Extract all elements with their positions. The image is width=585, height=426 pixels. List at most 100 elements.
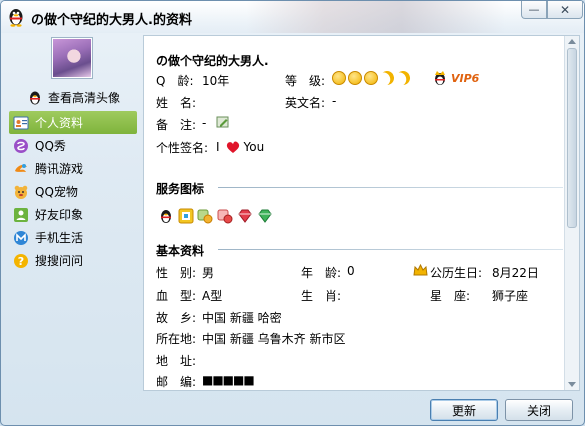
hometown-label: 故 乡: [156, 311, 197, 325]
red-diamond-icon[interactable] [237, 208, 253, 224]
sidebar-item-label: QQ宠物 [35, 185, 78, 199]
scroll-up-icon[interactable] [568, 39, 576, 44]
profile-window: の做个守纪的大男人.的资料 — ✕ 查看高清头像 个人资料 QQ秀 腾讯游戏 Q… [0, 0, 585, 426]
scrollbar-thumb[interactable] [567, 48, 577, 228]
hometown-value: 中国 新疆 哈密 [202, 311, 282, 325]
remark-label: 备 注: [156, 118, 197, 132]
blood-type-value: A型 [202, 289, 223, 303]
close-icon: ✕ [559, 2, 571, 17]
close-window-button[interactable]: ✕ [547, 1, 583, 19]
sidebar-item-tencent-games[interactable]: 腾讯游戏 [9, 157, 137, 180]
friend-impression-icon [13, 207, 29, 223]
edit-remark-button[interactable] [216, 115, 230, 132]
qzone-icon[interactable] [178, 208, 194, 224]
level-label: 等 级: [285, 74, 326, 88]
gender-label: 性 别: [156, 266, 197, 280]
soso-wenwen-icon: ? [13, 253, 29, 269]
location-value: 中国 新疆 乌鲁木齐 新市区 [202, 332, 346, 346]
vip-penguin-icon [435, 71, 445, 85]
qq-mail-icon[interactable] [217, 208, 233, 224]
section-divider [218, 249, 563, 250]
title-bar[interactable]: の做个守纪的大男人.的资料 — ✕ [1, 1, 584, 33]
age-label: 年 龄: [301, 266, 342, 280]
heart-icon [226, 140, 239, 153]
sidebar: 查看高清头像 个人资料 QQ秀 腾讯游戏 QQ宠物 好友印象 手机生活 ? 搜搜… [1, 33, 141, 393]
remark-value: - [202, 116, 207, 130]
avatar[interactable] [51, 37, 93, 79]
qq-penguin-icon [30, 91, 40, 104]
english-name-label: 英文名: [285, 96, 326, 110]
address-label: 地 址: [156, 354, 197, 368]
postcode-label: 邮 编: [156, 375, 197, 389]
constellation-value: 狮子座 [492, 289, 529, 303]
crown-icon [413, 263, 428, 280]
sidebar-item-friend-impression[interactable]: 好友印象 [9, 203, 137, 226]
name-label: 姓 名: [156, 96, 197, 110]
qq-pet-icon [13, 184, 29, 200]
qq-music-icon[interactable] [197, 208, 213, 224]
sidebar-item-qq-pet[interactable]: QQ宠物 [9, 180, 137, 203]
signature-label: 个性签名: [156, 141, 209, 155]
section-divider [218, 187, 563, 188]
sidebar-item-qq-show[interactable]: QQ秀 [9, 134, 137, 157]
avatar-image [53, 39, 91, 77]
service-icons-title: 服务图标 [156, 182, 205, 196]
signature-value: I You [216, 140, 264, 154]
vip-label: VIP6 [451, 71, 480, 85]
window-title: の做个守纪的大男人.的资料 [31, 13, 192, 28]
location-label: 所在地: [156, 332, 197, 346]
sidebar-item-label: 搜搜问问 [35, 254, 84, 268]
qage-label: Q 龄: [156, 74, 194, 88]
birthday-label: 公历生日: [430, 266, 483, 280]
mobile-life-icon [13, 230, 29, 246]
signature-text-pre: I [216, 140, 220, 154]
minimize-icon: — [528, 3, 540, 16]
edit-icon [216, 116, 229, 128]
blood-type-label: 血 型: [156, 289, 197, 303]
sidebar-item-label: 个人资料 [35, 116, 84, 130]
level-icons[interactable] [332, 70, 412, 85]
gender-value: 男 [202, 266, 215, 280]
sun-level-icon [348, 70, 362, 85]
signature-text-post: You [243, 140, 265, 154]
sidebar-item-label: 手机生活 [35, 231, 84, 245]
age-value: 0 [347, 264, 355, 278]
refresh-button[interactable]: 更新 [430, 399, 498, 421]
basic-info-title: 基本资料 [156, 244, 205, 258]
scroll-down-icon[interactable] [568, 382, 576, 387]
qq-penguin-icon[interactable] [158, 208, 174, 224]
sidebar-item-mobile-life[interactable]: 手机生活 [9, 226, 137, 249]
qq-show-icon [13, 138, 29, 154]
sun-level-icon [332, 70, 346, 85]
profile-panel: の做个守纪的大男人. Q 龄: 10年 等 级: VIP6 姓 名: 英文名: … [143, 35, 580, 391]
title-bar-decoration [246, 1, 506, 33]
constellation-label: 星 座: [430, 289, 471, 303]
profile-scroll-area[interactable]: の做个守纪的大男人. Q 龄: 10年 等 级: VIP6 姓 名: 英文名: … [144, 36, 565, 390]
sidebar-item-label: QQ秀 [35, 139, 66, 153]
moon-level-icon [394, 69, 412, 87]
tencent-games-icon [13, 161, 29, 177]
sidebar-nav: 个人资料 QQ秀 腾讯游戏 QQ宠物 好友印象 手机生活 ? 搜搜问问 [9, 111, 137, 272]
moon-level-icon [378, 69, 396, 87]
view-hd-avatar-label: 查看高清头像 [48, 91, 121, 105]
birthday-value: 8月22日 [492, 266, 539, 280]
vertical-scrollbar[interactable] [564, 36, 579, 390]
qq-penguin-icon [9, 9, 23, 27]
english-name-value: - [332, 94, 337, 108]
sidebar-item-soso-wenwen[interactable]: ? 搜搜问问 [9, 249, 137, 272]
sidebar-item-label: 腾讯游戏 [35, 162, 84, 176]
green-diamond-icon[interactable] [257, 208, 273, 224]
sidebar-item-profile[interactable]: 个人资料 [9, 111, 137, 134]
sidebar-item-label: 好友印象 [35, 208, 84, 222]
qage-value: 10年 [202, 74, 230, 88]
zodiac-label: 生 肖: [301, 289, 342, 303]
profile-nickname: の做个守纪的大男人. [156, 54, 269, 68]
svg-text:?: ? [18, 255, 24, 268]
sun-level-icon [364, 70, 378, 85]
profile-card-icon [13, 115, 29, 131]
close-button[interactable]: 关闭 [505, 399, 573, 421]
vip-badge[interactable]: VIP6 [432, 70, 479, 86]
postcode-value: ■■■■■ [202, 373, 255, 387]
view-hd-avatar-link[interactable]: 查看高清头像 [27, 89, 120, 106]
minimize-button[interactable]: — [521, 1, 547, 19]
